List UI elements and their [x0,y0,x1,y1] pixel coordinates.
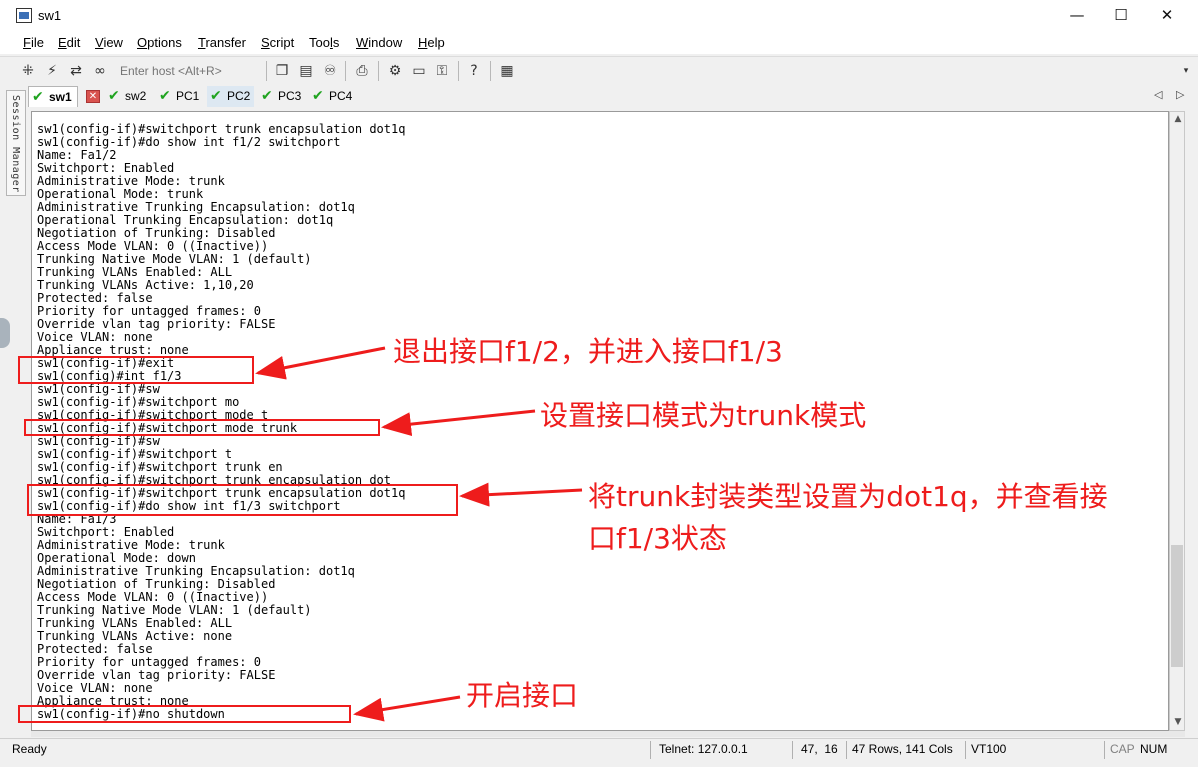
print-icon[interactable]: ⎙ [352,61,372,81]
tab-pc1[interactable]: ✔ PC1 [156,86,203,107]
menu-tools[interactable]: Tools [309,35,339,50]
menu-edit[interactable]: Edit [58,35,80,50]
connected-check-icon: ✔ [312,88,324,104]
find-icon[interactable]: ♾ [320,61,340,81]
connected-check-icon: ✔ [32,89,44,105]
status-separator [965,741,966,759]
tab-sw1[interactable]: ✔ sw1 [28,86,78,107]
status-emulation: VT100 [971,742,1007,756]
connected-check-icon: ✔ [108,88,120,104]
copy-icon[interactable]: ❐ [272,61,292,81]
status-cursor-position: 47, 16 [801,742,838,756]
toolbar-separator [378,61,379,81]
status-num-lock: NUM [1140,742,1168,756]
status-separator [1104,741,1105,759]
menu-bar: File Edit View Options Transfer Script T… [0,32,1198,54]
host-input[interactable] [114,61,262,81]
session-manager-label: Session Manager [10,95,21,193]
help-icon[interactable]: ? [464,61,484,81]
close-button[interactable]: ✕ [1144,0,1190,32]
sftp-icon[interactable]: ▦ [497,61,517,81]
vertical-scrollbar[interactable]: ▲ ▼ [1169,111,1185,731]
status-caps-lock: CAP [1110,742,1135,756]
scroll-thumb[interactable] [1171,545,1183,667]
tab-pc4[interactable]: ✔ PC4 [309,86,356,107]
annotation-set-mode: 设置接口模式为trunk模式 [540,399,867,432]
status-separator [846,741,847,759]
toolbar-overflow-icon[interactable]: ▾ [1176,61,1196,81]
menu-options[interactable]: Options [137,35,182,50]
menu-transfer[interactable]: Transfer [198,35,246,50]
session-manager-tab[interactable]: Session Manager [6,90,26,196]
desktop-edge [0,318,10,348]
app-icon [16,8,32,23]
tab-prev-icon[interactable]: ◁ [1154,88,1162,101]
scroll-up-icon[interactable]: ▲ [1172,114,1184,124]
keymap-icon[interactable]: ▭ [409,61,429,81]
securecrt-window: sw1 — ☐ ✕ File Edit View Options Transfe… [0,0,1198,767]
connect-icon[interactable]: ⁜ [18,61,38,81]
callout-box-shutdown [18,705,351,723]
toolbar: ⁜ ⚡ ⇄ ∞ ❐ ▤ ♾ ⎙ ⚙ ▭ ⚿ ? ▦ ▾ [0,56,1198,84]
callout-box-encap [27,484,458,516]
connected-check-icon: ✔ [261,88,273,104]
toolbar-separator [345,61,346,81]
connected-check-icon: ✔ [210,88,222,104]
annotation-encap-line2: 口f1/3状态 [588,522,727,555]
tab-close-icon[interactable]: ✕ [86,90,100,103]
toolbar-separator [266,61,267,81]
annotation-encap-line1: 将trunk封装类型设置为dot1q，并查看接 [588,480,1108,513]
status-bar: Ready Telnet: 127.0.0.1 47, 16 47 Rows, … [0,738,1198,760]
status-ready: Ready [12,742,47,756]
minimize-button[interactable]: — [1054,0,1100,32]
annotation-enable: 开启接口 [466,679,579,712]
session-tab-bar: ✔ sw1 ✔ sw2 ✔ PC1 ✔ PC2 ✔ PC3 ✔ PC4 [28,86,1198,108]
status-terminal-size: 47 Rows, 141 Cols [852,742,953,756]
window-title: sw1 [38,8,62,23]
status-separator [650,741,651,759]
settings-icon[interactable]: ⚙ [385,61,405,81]
reconnect-icon[interactable]: ⇄ [66,61,86,81]
link-icon[interactable]: ∞ [90,61,110,81]
tab-pc3[interactable]: ✔ PC3 [258,86,305,107]
tab-next-icon[interactable]: ▷ [1176,88,1184,101]
callout-box-mode [24,419,380,436]
annotation-exit-enter: 退出接口f1/2，并进入接口f1/3 [393,335,783,368]
toolbar-separator [458,61,459,81]
horizontal-scroll-track [31,731,1185,737]
status-connection: Telnet: 127.0.0.1 [659,742,748,756]
callout-box-exit [18,356,254,384]
status-separator [792,741,793,759]
paste-icon[interactable]: ▤ [296,61,316,81]
menu-view[interactable]: View [95,35,123,50]
lightning-icon[interactable]: ⚡ [42,61,62,81]
toolbar-separator [490,61,491,81]
menu-window[interactable]: Window [356,35,402,50]
key-icon[interactable]: ⚿ [432,61,452,81]
maximize-button[interactable]: ☐ [1098,0,1144,32]
menu-file[interactable]: File [23,35,44,50]
tab-sw2[interactable]: ✔ sw2 [105,86,152,107]
connected-check-icon: ✔ [159,88,171,104]
menu-help[interactable]: Help [418,35,445,50]
menu-script[interactable]: Script [261,35,294,50]
title-bar: sw1 — ☐ ✕ [0,0,1198,32]
scroll-down-icon[interactable]: ▼ [1172,717,1184,727]
tab-pc2[interactable]: ✔ PC2 [207,86,254,107]
